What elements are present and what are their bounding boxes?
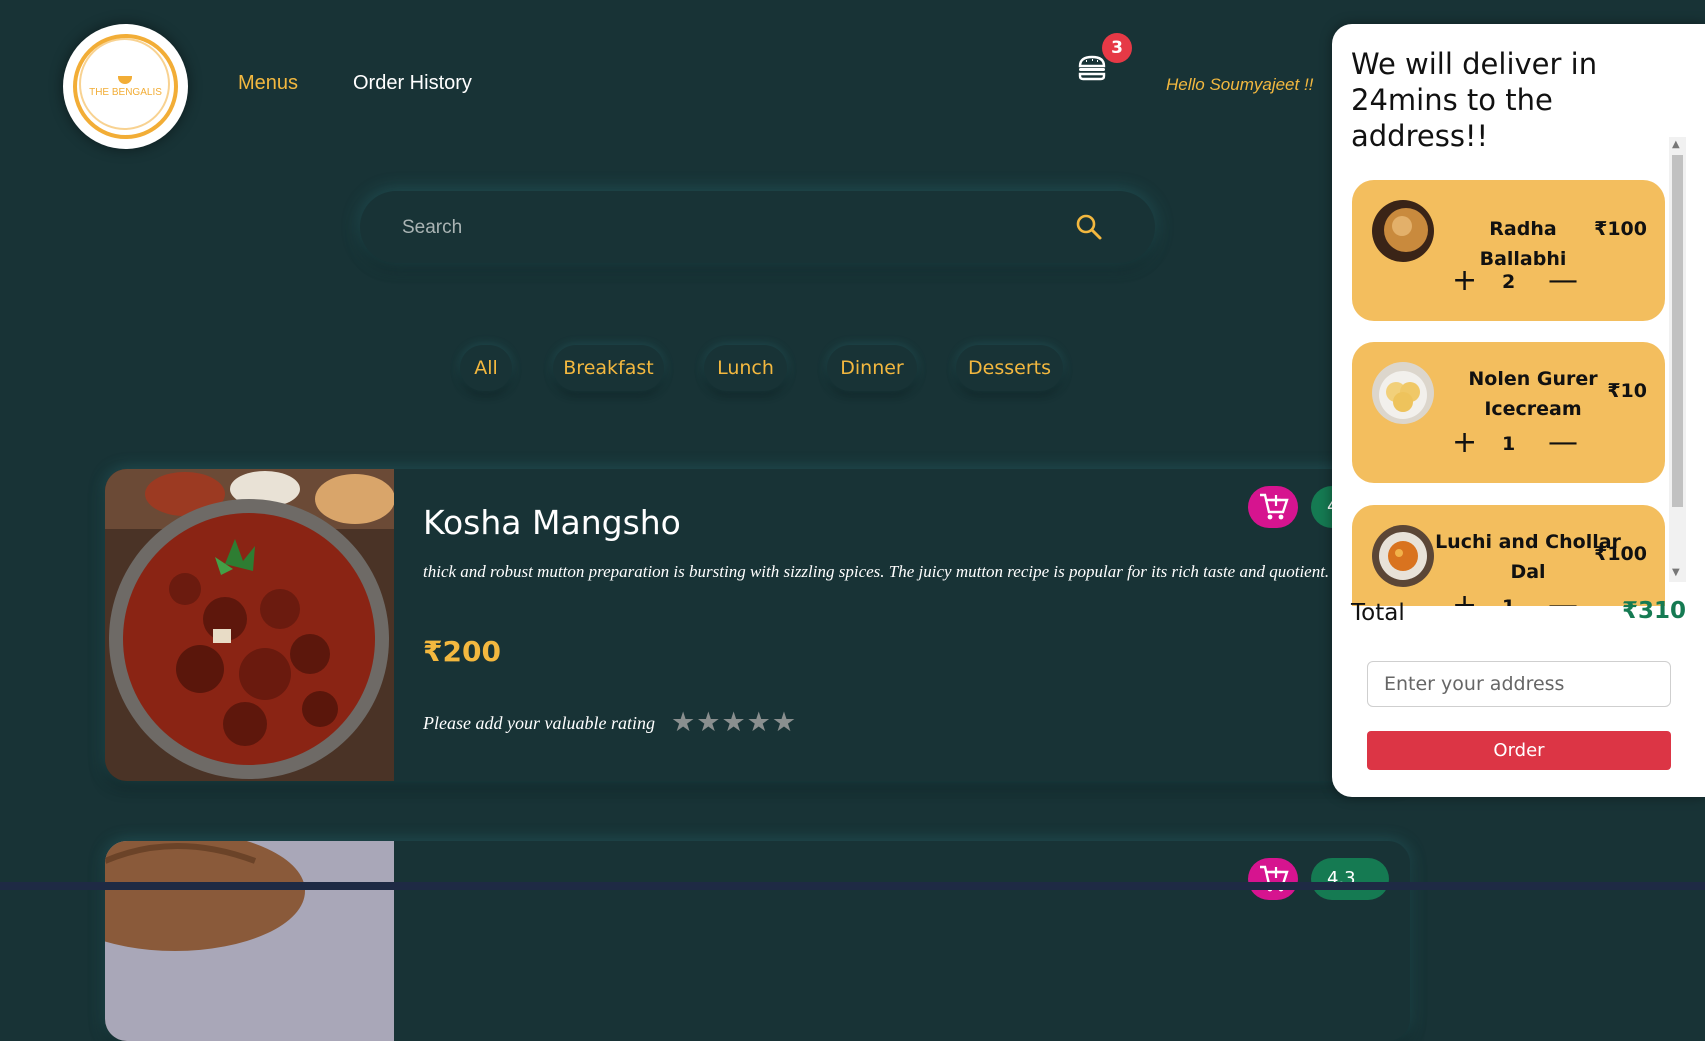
item-quantity: 1 (1502, 433, 1516, 455)
star-icon[interactable]: ★ (721, 707, 746, 738)
brand-logo[interactable]: THE BENGALIS (63, 24, 188, 149)
filter-breakfast[interactable]: Breakfast (553, 345, 664, 391)
cart-item: Luchi and Chollar Dal ₹100 + 1 — (1352, 505, 1665, 606)
item-price: ₹10 (1607, 380, 1647, 402)
cart-items-list[interactable]: Radha Ballabhi ₹100 + 2 — Nolen Gurer Ic… (1332, 136, 1705, 606)
dish-price: ₹200 (423, 635, 501, 668)
logo-text: THE BENGALIS (89, 87, 162, 98)
dish-image (105, 469, 394, 781)
add-to-cart-button[interactable] (1248, 486, 1298, 528)
dish-title: Kosha Mangsho (423, 503, 681, 542)
dish-card: Kosha Mangsho thick and robust mutton pr… (105, 469, 1410, 781)
dish-description: thick and robust mutton preparation is b… (423, 562, 1330, 581)
scroll-thumb[interactable] (1672, 155, 1683, 507)
star-icon[interactable]: ★ (747, 707, 772, 738)
filter-dinner[interactable]: Dinner (827, 345, 917, 391)
item-image (1372, 362, 1434, 424)
star-icon[interactable]: ★ (696, 707, 721, 738)
filter-all[interactable]: All (460, 345, 512, 391)
search-icon[interactable] (1075, 213, 1103, 241)
plus-icon[interactable]: + (1452, 428, 1477, 458)
star-icon[interactable]: ★ (772, 707, 797, 738)
filter-lunch[interactable]: Lunch (704, 345, 787, 391)
add-to-cart-button[interactable] (1248, 858, 1298, 900)
scroll-up-icon[interactable]: ▲ (1672, 139, 1680, 150)
item-price: ₹100 (1594, 543, 1647, 565)
filter-desserts[interactable]: Desserts (956, 345, 1063, 391)
search-input[interactable] (400, 207, 1024, 249)
item-quantity: 2 (1502, 271, 1516, 293)
cart-scrollbar[interactable]: ▲ ▼ (1669, 137, 1686, 582)
cart-item: Nolen Gurer Icecream ₹10 + 1 — (1352, 342, 1665, 483)
address-input[interactable] (1367, 661, 1671, 707)
item-price: ₹100 (1594, 218, 1647, 240)
order-button[interactable]: Order (1367, 731, 1671, 770)
scroll-down-icon[interactable]: ▼ (1672, 567, 1680, 578)
cart-item: Radha Ballabhi ₹100 + 2 — (1352, 180, 1665, 321)
minus-icon[interactable]: — (1548, 266, 1578, 296)
item-image (1372, 525, 1434, 587)
search-bar (360, 191, 1155, 263)
user-greeting: Hello Soumyajeet !! (1166, 75, 1314, 94)
item-name: Nolen Gurer Icecream (1468, 368, 1598, 420)
total-label: Total (1351, 600, 1405, 626)
minus-icon[interactable]: — (1548, 428, 1578, 458)
plus-icon[interactable]: + (1452, 591, 1477, 607)
nav-order-history[interactable]: Order History (353, 72, 472, 95)
dish-image (105, 841, 394, 1041)
dish-card: 4.3 (105, 841, 1410, 1041)
plus-icon[interactable]: + (1452, 266, 1477, 296)
cart-panel: We will deliver in 24mins to the address… (1332, 24, 1705, 797)
star-icon[interactable]: ★ (671, 707, 696, 738)
minus-icon[interactable]: — (1548, 591, 1578, 607)
nav-menus[interactable]: Menus (238, 72, 298, 95)
add-cart-icon (1260, 865, 1289, 892)
total-value: ₹310 (1621, 598, 1686, 624)
rating-prompt: Please add your valuable rating (423, 713, 655, 733)
rating-badge: 4.3 (1311, 858, 1389, 900)
item-quantity: 1 (1502, 596, 1515, 606)
add-cart-icon (1260, 493, 1289, 520)
taskbar (0, 882, 1705, 890)
rating-stars: ★★★★★ (671, 707, 797, 738)
item-image (1372, 200, 1434, 262)
cart-count-badge: 3 (1102, 33, 1132, 63)
burger-cart-icon[interactable] (1077, 55, 1107, 81)
logo-ring-inner (79, 38, 170, 130)
